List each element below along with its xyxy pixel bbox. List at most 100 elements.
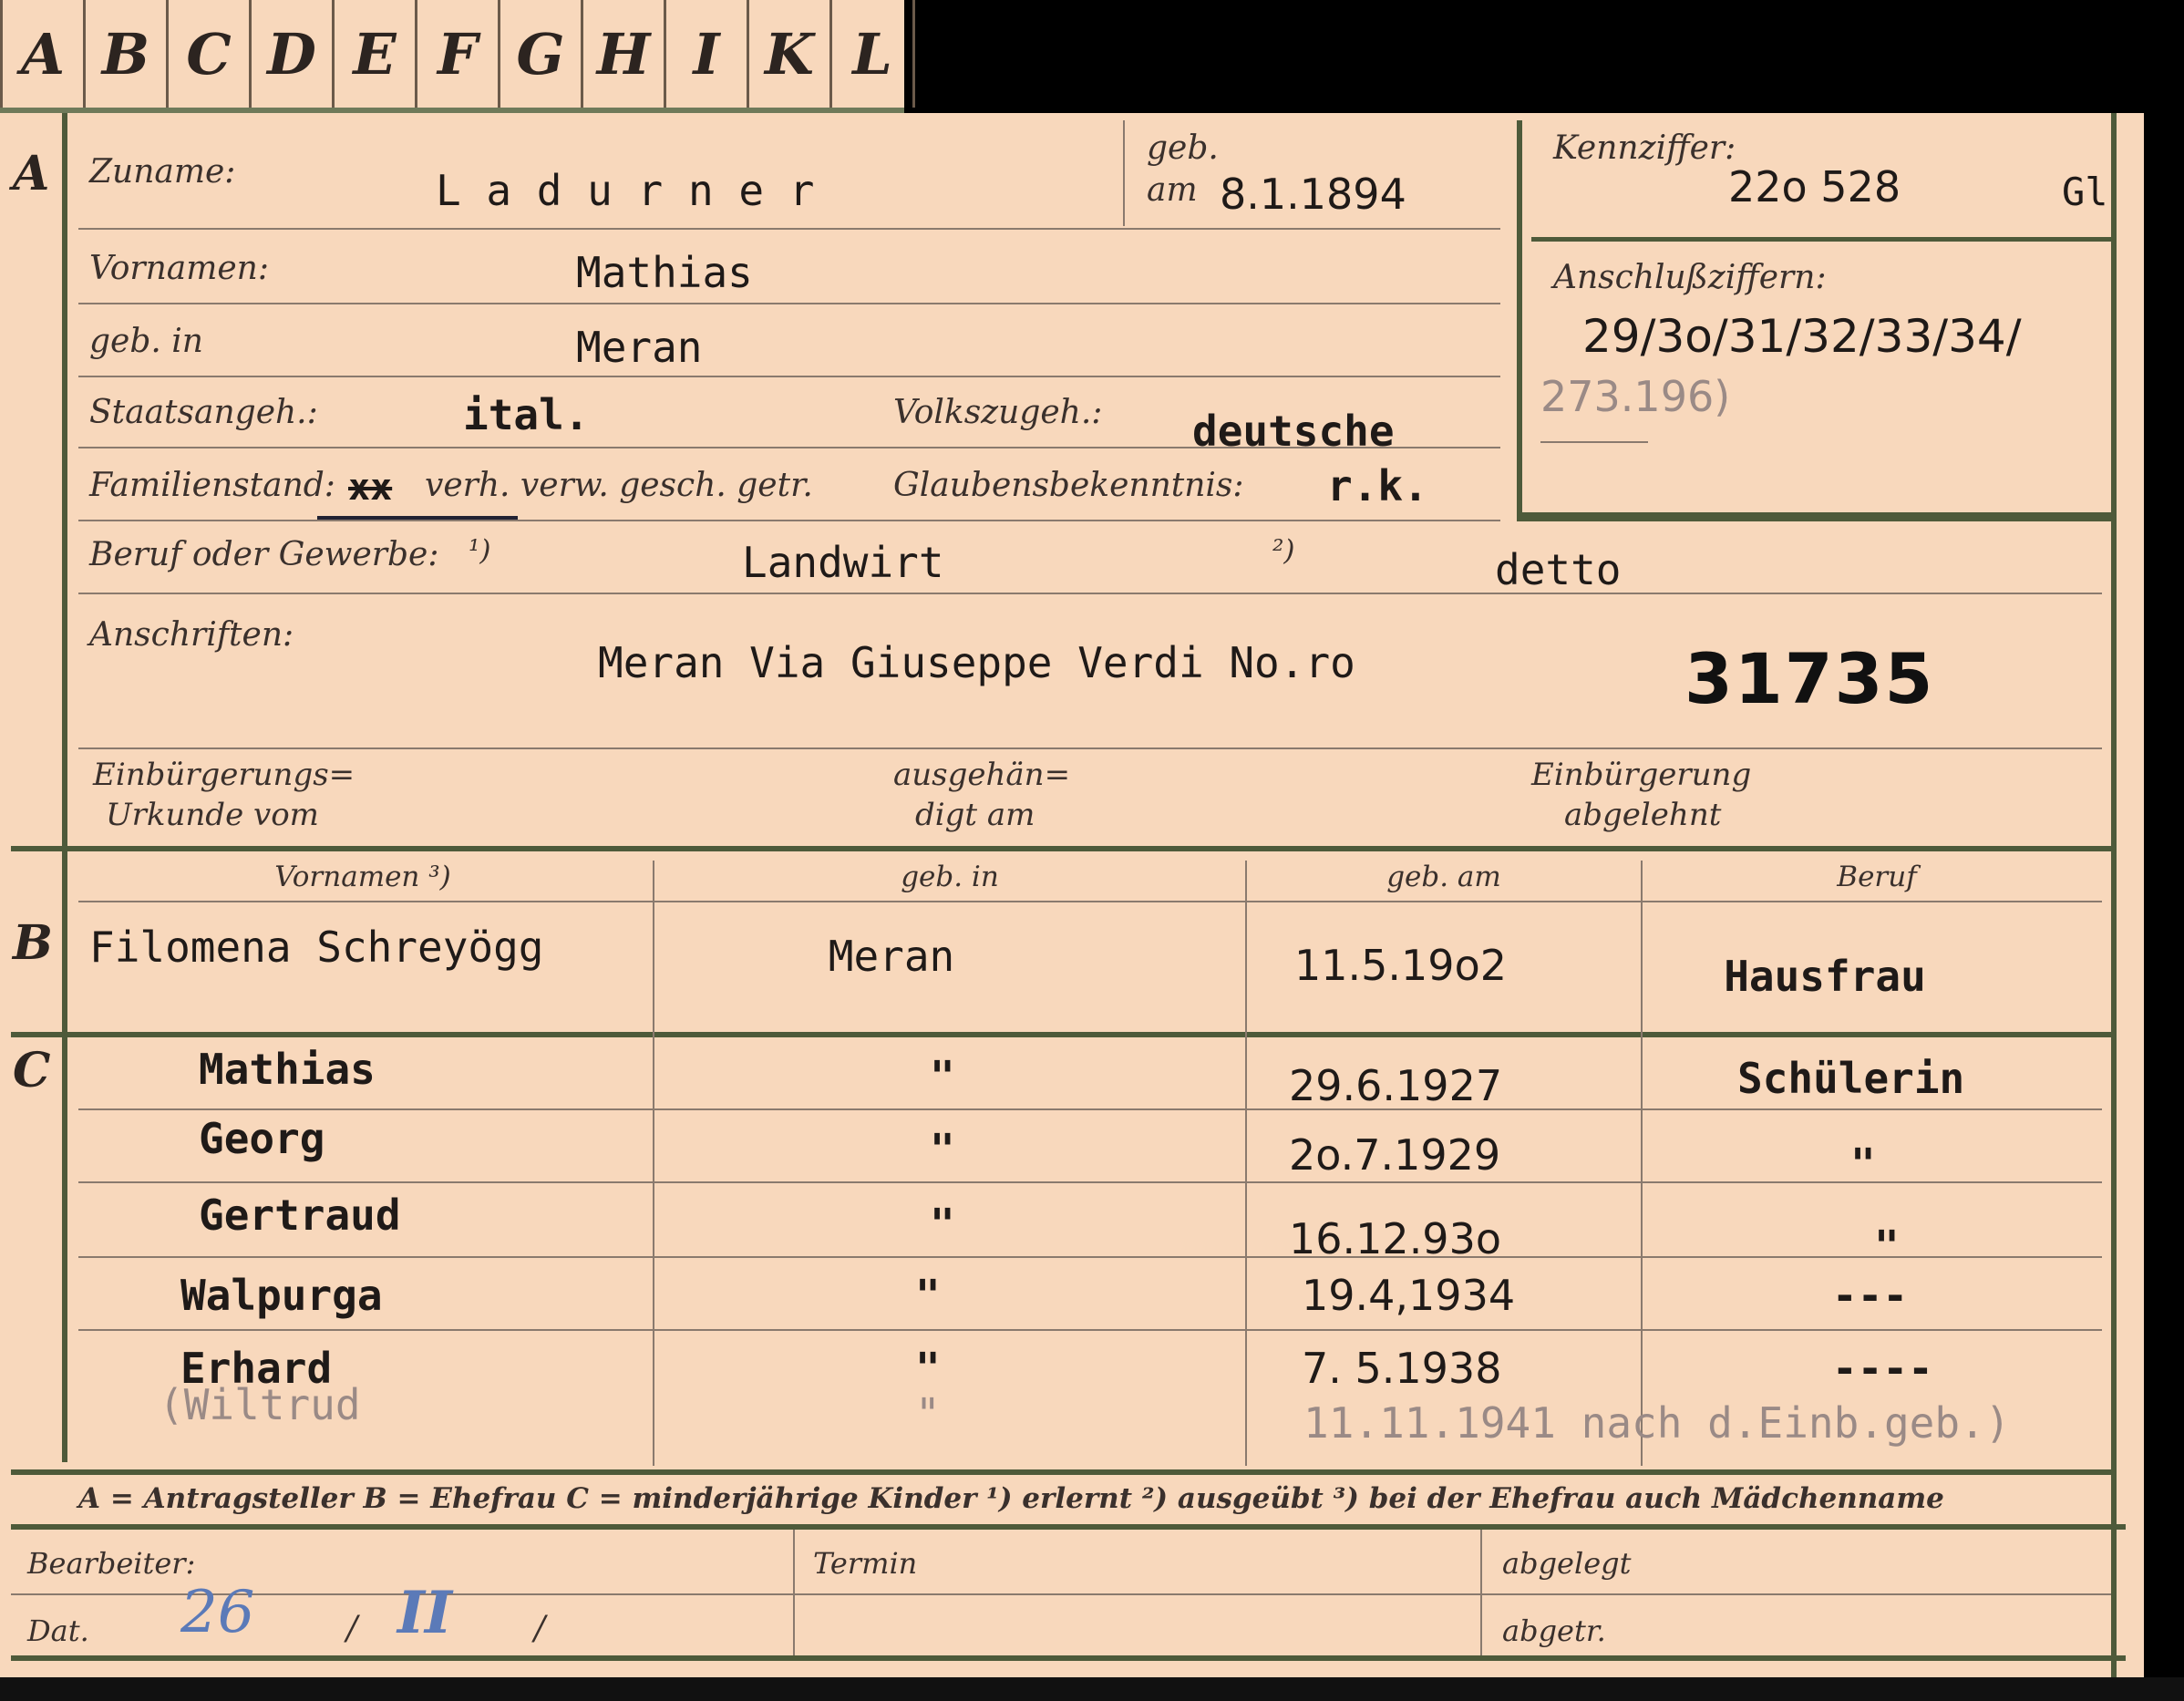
col-header-vornamen: Vornamen ³) — [274, 861, 451, 893]
child-geb-in: " — [915, 1344, 941, 1393]
rule — [78, 520, 1500, 521]
einb-label-line2: Urkunde vom — [106, 797, 319, 833]
index-tab: K — [749, 0, 832, 108]
glauben-label: Glaubensbekenntnis: — [893, 467, 1244, 504]
anschriften-label: Anschriften: — [89, 616, 294, 654]
section-divider-a-b — [11, 846, 2115, 851]
spouse-name: Filomena Schreyögg — [89, 923, 544, 972]
rule — [78, 376, 1500, 377]
section-divider-b-c — [11, 1032, 2115, 1037]
kennziffer-box-left — [1517, 120, 1522, 521]
rule — [78, 1181, 2102, 1183]
column-divider — [1245, 861, 1247, 1466]
kennziffer-box-bottom — [1517, 512, 2115, 521]
kennziffer-value: 22o 528 — [1728, 162, 1901, 211]
left-frame-line — [62, 113, 67, 1462]
index-tab: D — [252, 0, 335, 108]
anschluss-value-2: 273.196) — [1540, 372, 1731, 421]
child-name: Mathias — [199, 1045, 376, 1094]
rule — [78, 1256, 2102, 1258]
dat-month-handwritten: II — [397, 1579, 452, 1647]
child-geb-am: 2o.7.1929 — [1289, 1130, 1501, 1180]
section-a-marker: A — [13, 146, 50, 201]
abgelehnt-label-line2: abgelehnt — [1564, 797, 1722, 833]
rule — [78, 447, 1500, 448]
anschrift-value: Meran Via Giuseppe Verdi No.ro — [598, 638, 1355, 687]
child-name: Georg — [199, 1114, 325, 1163]
black-background-bottom — [0, 1677, 2184, 1701]
geb-label: geb. — [1147, 129, 1219, 167]
zuname-label: Zuname: — [89, 153, 236, 191]
geb-in-label: geb. in — [89, 323, 203, 360]
vornamen-label: Vornamen: — [89, 250, 269, 287]
einb-label-line1: Einbürgerungs= — [93, 757, 355, 793]
col-header-geb-am: geb. am — [1386, 861, 1501, 893]
child-geb-in: " — [930, 1052, 955, 1101]
child-geb-in: " — [915, 1271, 941, 1320]
volks-label: Volkszugeh.: — [893, 394, 1103, 431]
footer-divider — [793, 1530, 795, 1655]
child-name: Gertraud — [199, 1191, 401, 1240]
familien-label: Familienstand: — [89, 467, 335, 504]
abgetr-label: abgetr. — [1502, 1613, 1606, 1648]
rule — [78, 228, 1500, 230]
child-beruf: ---- — [1832, 1344, 1933, 1393]
kennziffer-divider — [1531, 237, 2111, 242]
black-background-corner — [904, 0, 2184, 113]
child-geb-am: 7. 5.1938 — [1302, 1344, 1502, 1393]
kennziffer-label: Kennziffer: — [1553, 129, 1736, 167]
bearbeiter-label: Bearbeiter: — [27, 1546, 196, 1581]
spouse-geb-in: Meran — [828, 932, 955, 981]
beruf-erlernt-value: Landwirt — [742, 538, 944, 587]
index-tab: G — [500, 0, 583, 108]
faint-child-geb-in: " — [915, 1389, 941, 1438]
abgelehnt-label-line1: Einbürgerung — [1531, 757, 1752, 793]
rule — [11, 1593, 2111, 1595]
dat-label: Dat. — [27, 1613, 89, 1648]
rule — [78, 901, 2102, 902]
ausgeh-label-line1: ausgehän= — [893, 757, 1071, 793]
index-tab: I — [666, 0, 749, 108]
child-beruf: " — [1874, 1222, 1900, 1271]
beruf-note-1: ¹) — [469, 534, 491, 567]
child-beruf: Schülerin — [1737, 1054, 1965, 1103]
stamp-number: 31735 — [1684, 638, 1935, 719]
geb-in-value: Meran — [576, 323, 703, 372]
vornamen-value: Mathias — [576, 248, 753, 297]
rule — [78, 303, 1500, 304]
faint-child-name: (Wiltrud — [159, 1380, 361, 1429]
col-header-beruf: Beruf — [1837, 861, 1917, 893]
index-tab: F — [417, 0, 500, 108]
right-frame-line — [2111, 113, 2117, 1677]
tabs-baseline — [0, 108, 904, 113]
legend-text: A = Antragsteller B = Ehefrau C = minder… — [78, 1482, 1944, 1515]
beruf-note-2: ²) — [1272, 534, 1295, 567]
staats-value: ital. — [463, 390, 590, 439]
spouse-beruf: Hausfrau — [1724, 952, 1926, 1001]
child-geb-in: " — [930, 1200, 955, 1249]
familien-options: verh. verw. gesch. getr. — [425, 467, 813, 504]
dat-separator: / — [346, 1610, 358, 1647]
geb-am-value: 8.1.1894 — [1220, 170, 1406, 219]
index-tab: E — [335, 0, 417, 108]
section-b-marker: B — [13, 915, 53, 971]
child-beruf: --- — [1832, 1271, 1909, 1320]
spouse-geb-am: 11.5.19o2 — [1294, 941, 1507, 990]
beruf-label: Beruf oder Gewerbe: — [89, 536, 439, 573]
registration-card: A B C D E F G H I K L A Zuname: L a d u … — [0, 0, 2184, 1701]
legend-divider — [11, 1524, 2126, 1530]
rule — [78, 1329, 2102, 1331]
termin-label: Termin — [813, 1546, 918, 1581]
dat-separator: / — [534, 1610, 546, 1647]
faint-child-note: 11.11.1941 nach d.Einb.geb.) — [1303, 1398, 2011, 1448]
geb-am-label: am — [1147, 171, 1198, 209]
index-tabs: A B C D E F G H I K L — [0, 0, 915, 113]
dat-day-handwritten: 26 — [180, 1579, 255, 1646]
rule — [1540, 441, 1648, 443]
ausgeh-label-line2: digt am — [915, 797, 1035, 833]
index-tab: B — [86, 0, 169, 108]
abgelegt-label: abgelegt — [1502, 1546, 1632, 1581]
staats-label: Staatsangeh.: — [89, 394, 318, 431]
child-geb-am: 19.4,1934 — [1302, 1271, 1516, 1320]
bottom-frame-line — [11, 1655, 2126, 1661]
